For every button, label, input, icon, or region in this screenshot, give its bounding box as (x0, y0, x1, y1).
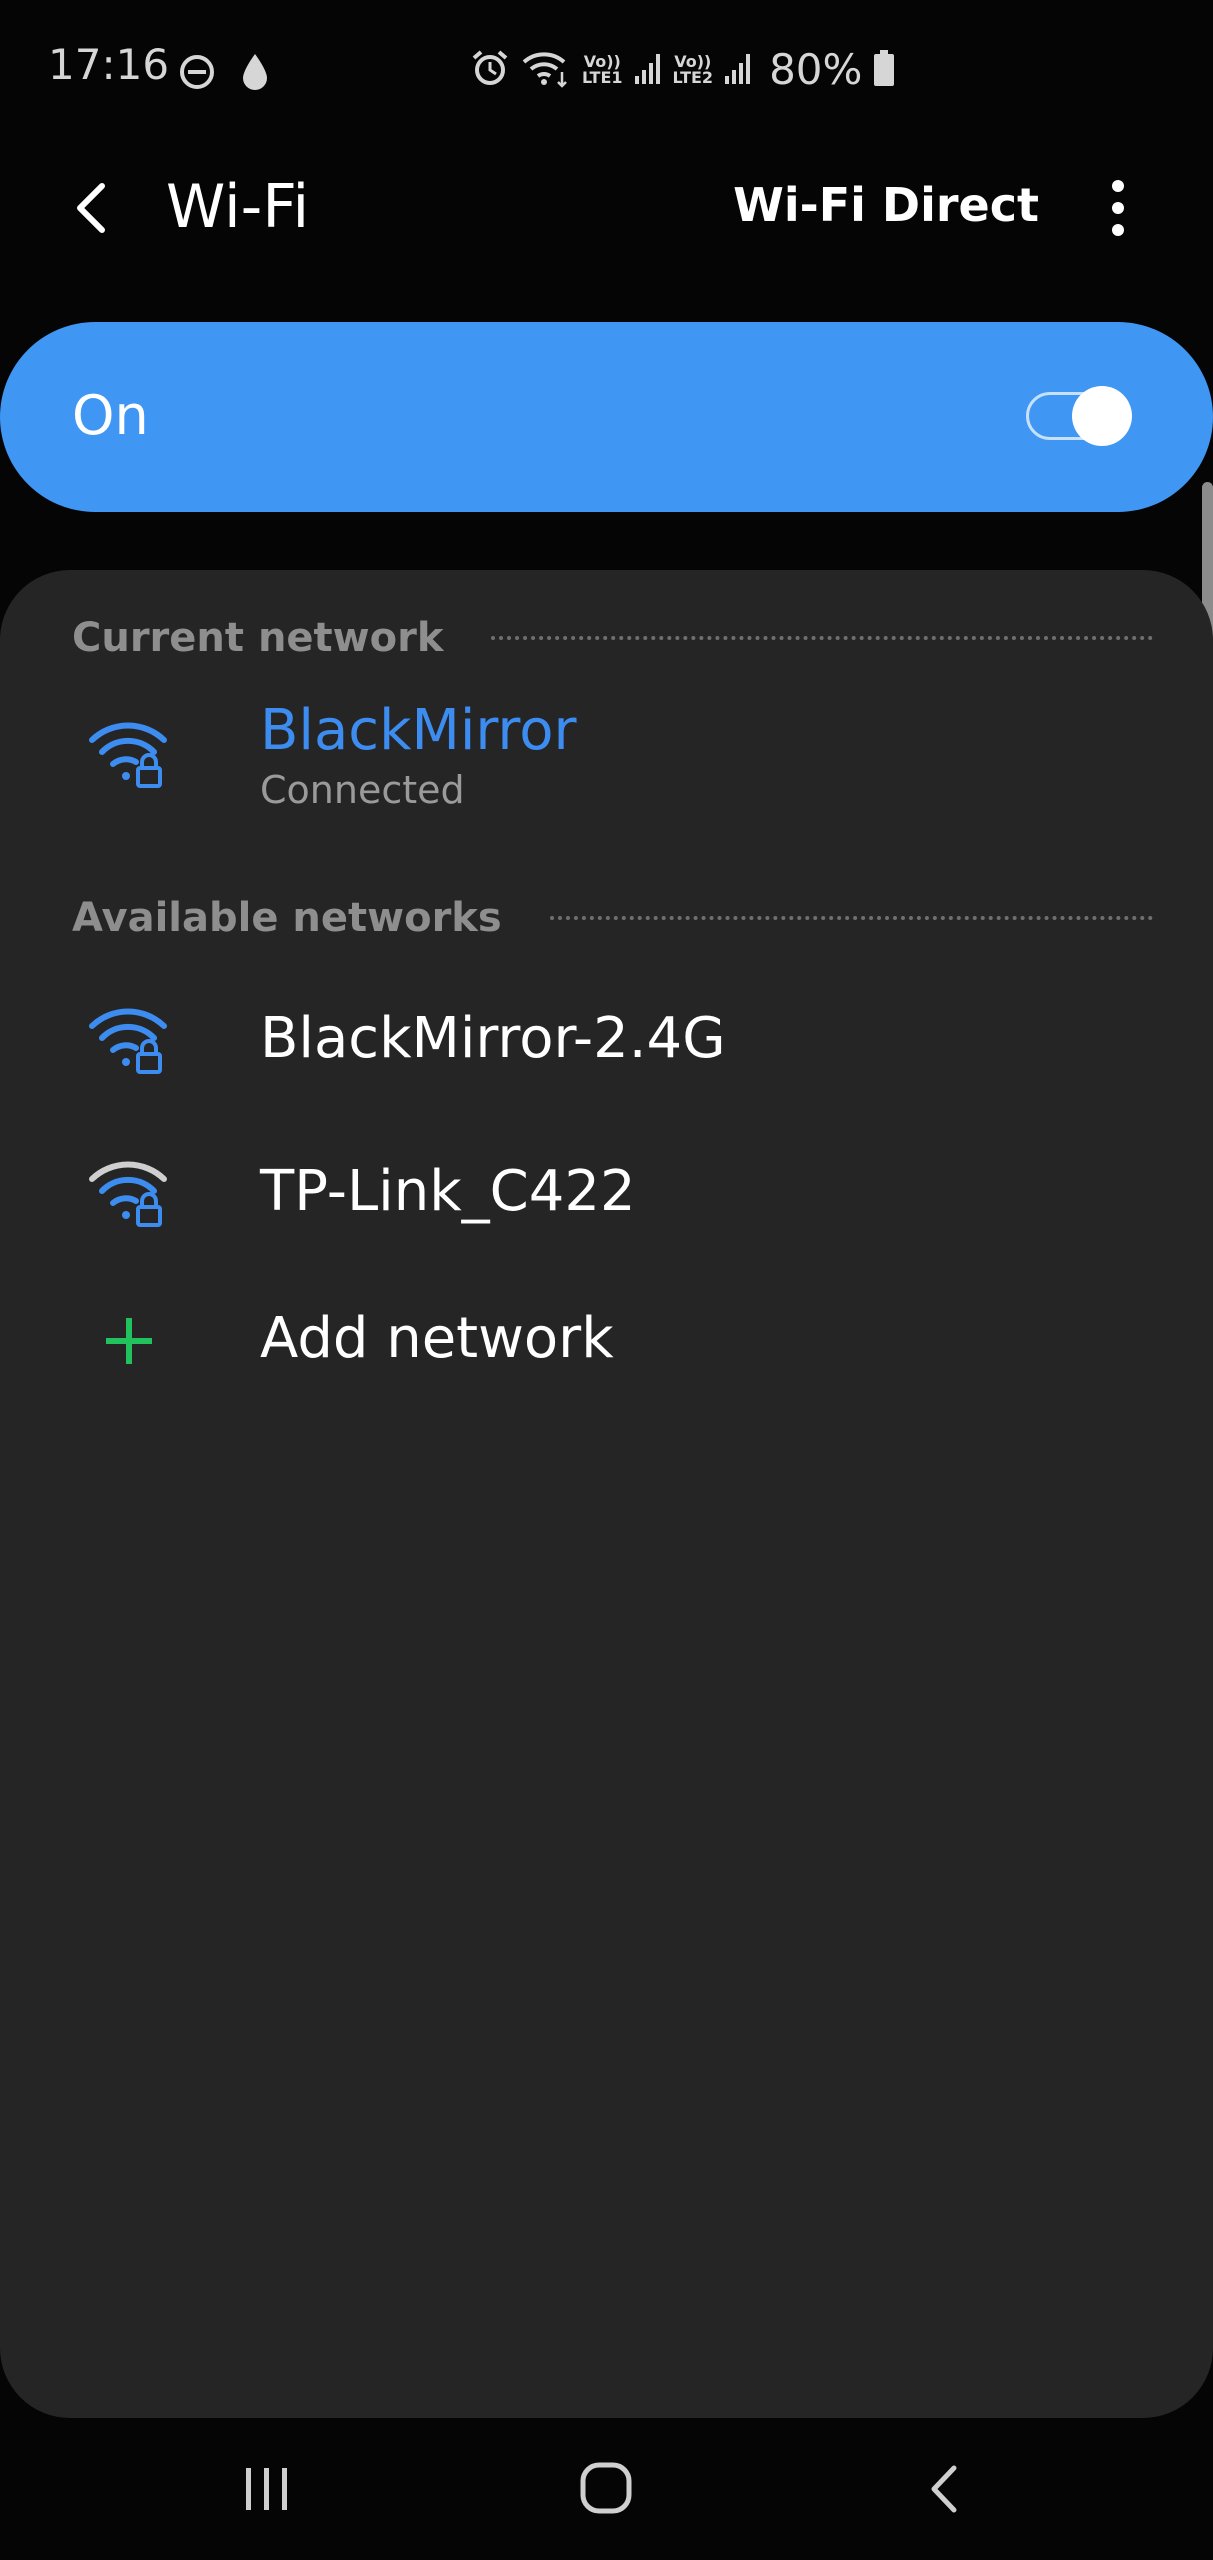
status-time: 17:16 (48, 40, 170, 89)
do-not-disturb-icon (178, 53, 216, 95)
current-network-item[interactable]: BlackMirror Connected (0, 688, 1213, 818)
add-network-item[interactable]: Add network (0, 1276, 1213, 1406)
signal-icon (633, 50, 663, 90)
section-divider (549, 916, 1153, 920)
network-list-card: Current network BlackMirror Connected Av… (0, 570, 1213, 2418)
back-arrow-icon[interactable] (66, 180, 116, 236)
add-network-label: Add network (260, 1306, 614, 1371)
network-name: TP-Link_C422 (260, 1159, 636, 1224)
nav-back-icon[interactable] (924, 2462, 964, 2516)
network-item[interactable]: BlackMirror-2.4G (0, 970, 1213, 1110)
wifi-locked-icon (88, 1157, 168, 1229)
home-icon[interactable] (578, 2460, 634, 2516)
system-navigation-bar (0, 2418, 1213, 2560)
available-networks-label: Available networks (72, 895, 502, 941)
current-network-name: BlackMirror (260, 698, 577, 763)
recents-icon[interactable] (240, 2464, 294, 2514)
wifi-data-icon (520, 48, 572, 92)
available-networks-header: Available networks (72, 893, 1153, 943)
wifi-locked-icon (88, 718, 168, 790)
battery-percent: 80% (769, 45, 863, 94)
toggle-thumb (1072, 386, 1132, 446)
status-bar: 17:16 Vo)) LTE1 Vo)) LTE2 80% (0, 0, 1213, 150)
network-item[interactable]: TP-Link_C422 (0, 1123, 1213, 1263)
sim1-label-group: Vo)) LTE1 (582, 54, 623, 86)
sim2-label-group: Vo)) LTE2 (673, 54, 714, 86)
current-network-status: Connected (260, 768, 465, 812)
page-title: Wi-Fi (166, 172, 310, 242)
sim2-label: LTE2 (672, 68, 714, 87)
current-network-header: Current network (72, 613, 1153, 663)
section-divider (491, 636, 1153, 640)
battery-icon (872, 48, 896, 92)
signal-icon-2 (723, 50, 753, 90)
toggle-label: On (72, 384, 149, 447)
wifi-master-toggle-bar[interactable]: On (0, 322, 1213, 512)
current-network-label: Current network (72, 615, 444, 661)
wifi-direct-button[interactable]: Wi-Fi Direct (733, 180, 1039, 231)
more-options-icon[interactable] (1100, 176, 1136, 240)
app-header: Wi-Fi Wi-Fi Direct (0, 150, 1213, 265)
status-left-icons (178, 52, 270, 96)
wifi-locked-icon (88, 1004, 168, 1076)
drop-icon (240, 52, 270, 96)
plus-icon (104, 1316, 154, 1366)
status-right-icons: Vo)) LTE1 Vo)) LTE2 80% (470, 48, 896, 92)
sim1-label: LTE1 (582, 68, 623, 87)
wifi-toggle-switch[interactable] (1024, 385, 1132, 447)
alarm-icon (470, 48, 510, 92)
network-name: BlackMirror-2.4G (260, 1006, 726, 1071)
